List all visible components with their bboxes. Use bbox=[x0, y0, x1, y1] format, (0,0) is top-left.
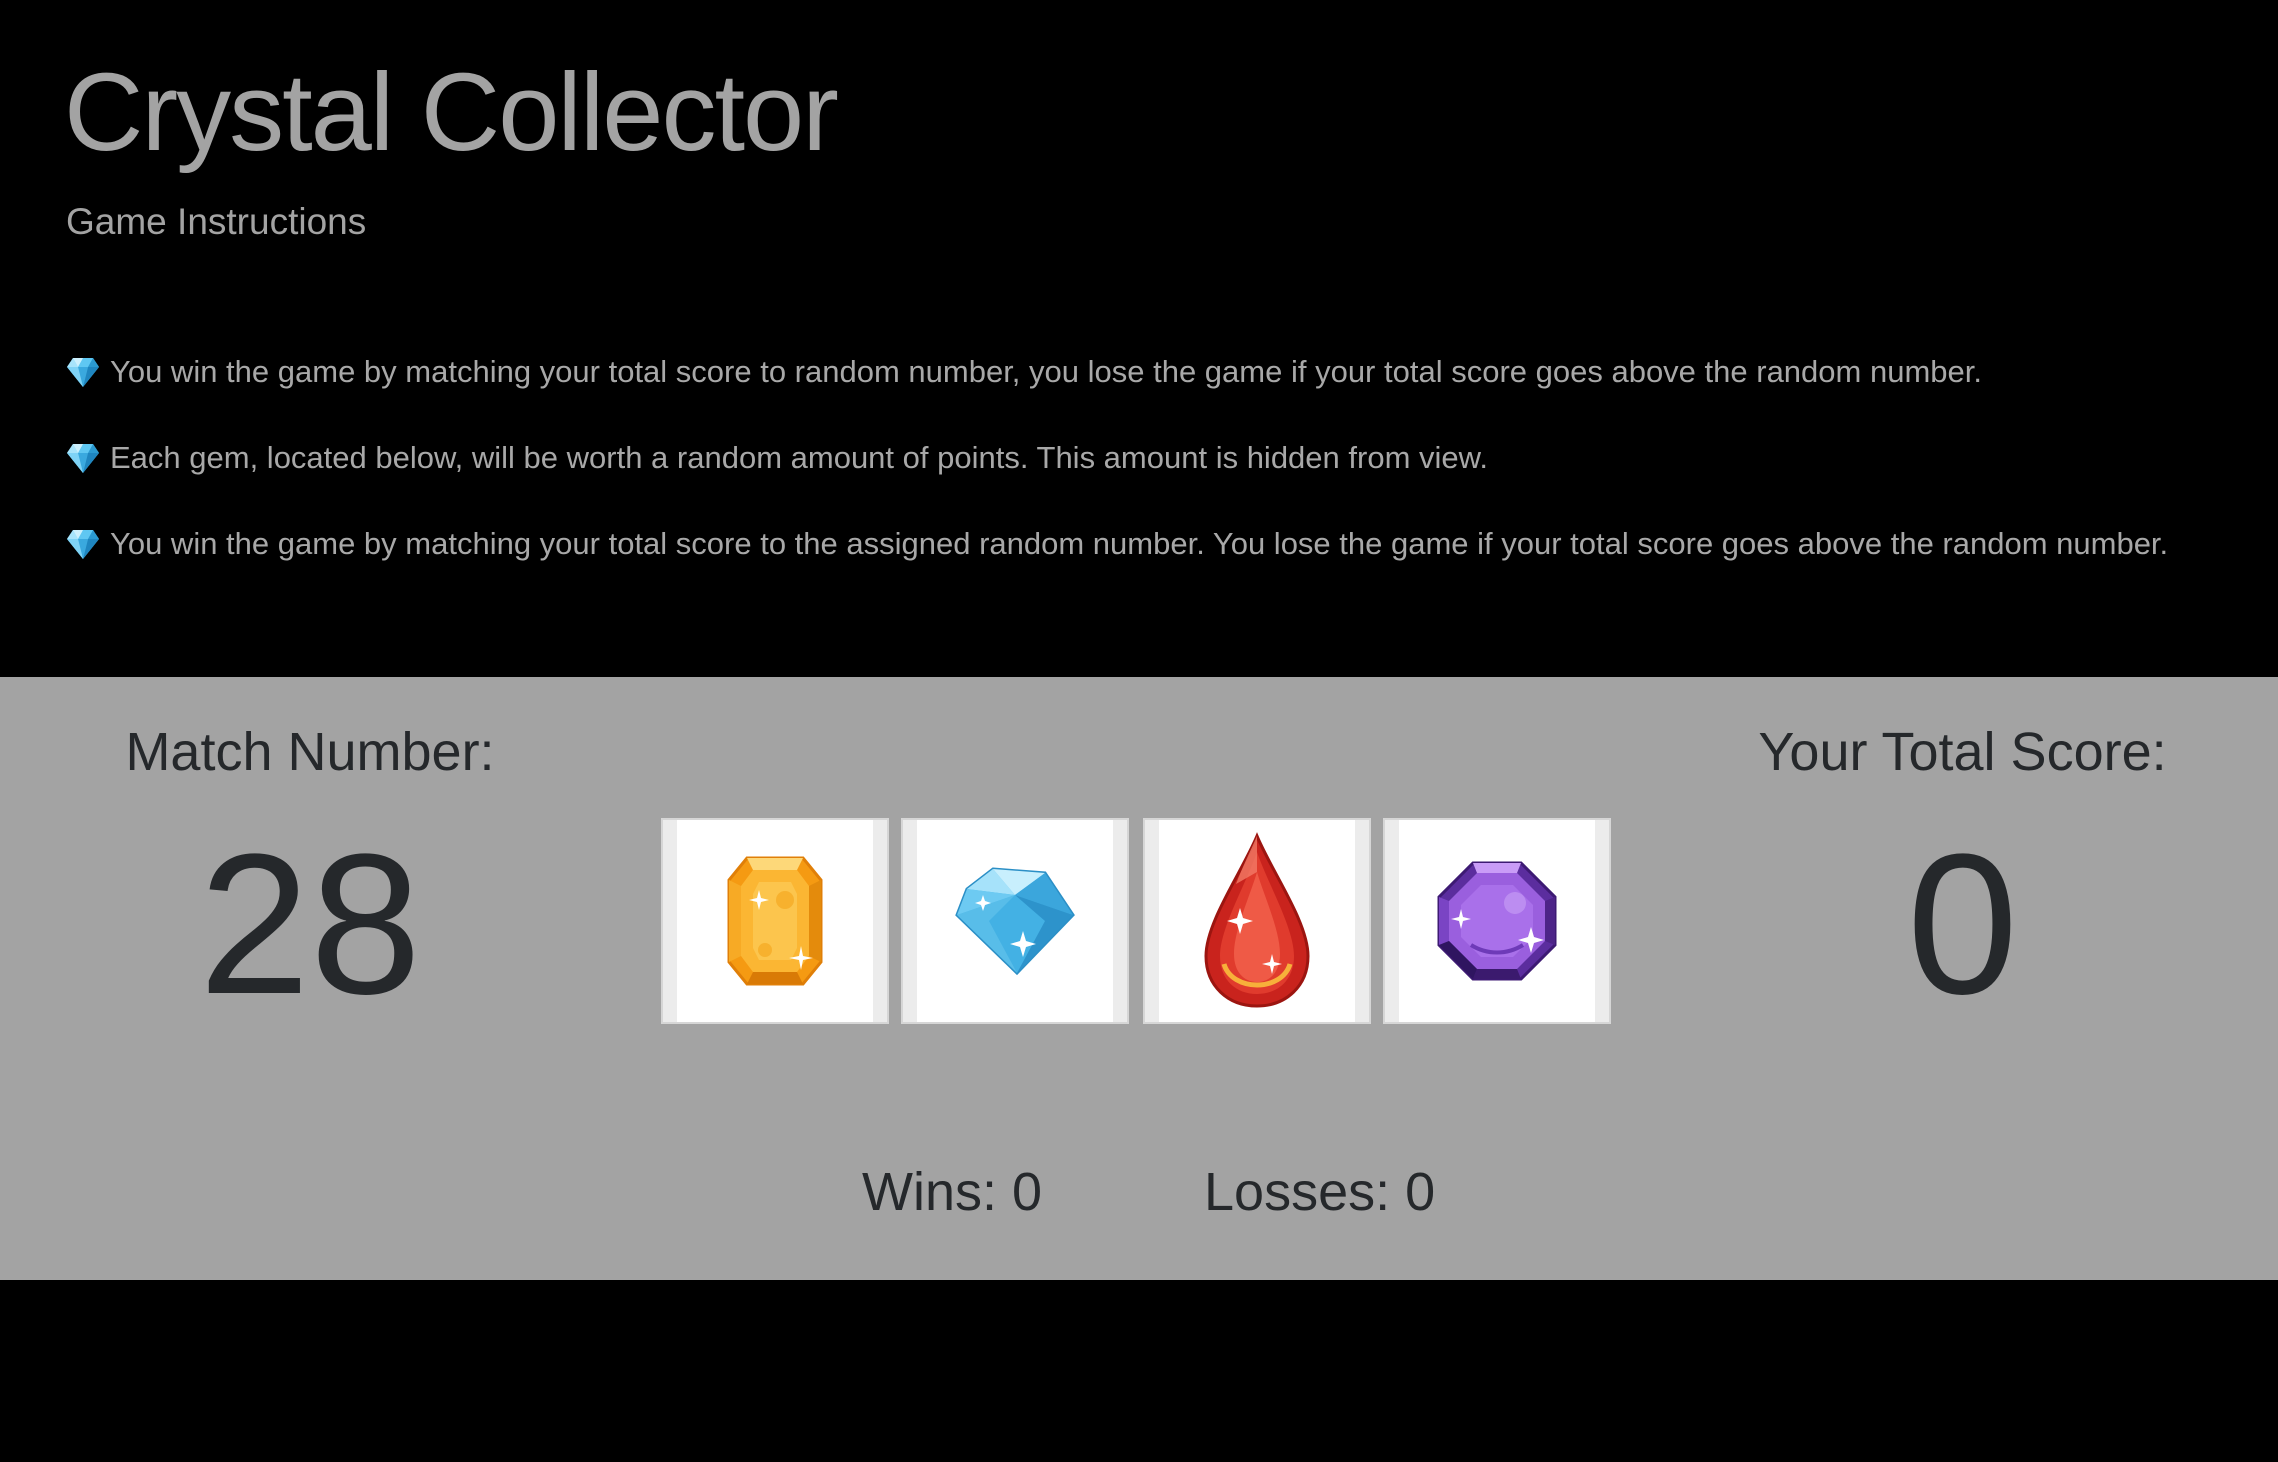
instructions-list: You win the game by matching your total … bbox=[66, 348, 2216, 606]
total-score-value: 0 bbox=[1906, 813, 2019, 1036]
instruction-item: You win the game by matching your total … bbox=[66, 520, 2216, 574]
match-number-value: 28 bbox=[198, 813, 422, 1036]
blue-crystal-button[interactable] bbox=[901, 818, 1129, 1024]
header-section: Crystal Collector Game Instructions You … bbox=[0, 0, 2278, 677]
instruction-text: You win the game by matching your total … bbox=[110, 526, 2169, 561]
instruction-text: You win the game by matching your total … bbox=[110, 354, 1982, 389]
orange-crystal-button[interactable] bbox=[661, 818, 889, 1024]
crystal-row bbox=[661, 818, 1617, 1026]
purple-gem-icon bbox=[1437, 861, 1557, 981]
page-footer bbox=[0, 1280, 2278, 1462]
instruction-text: Each gem, located below, will be worth a… bbox=[110, 440, 1488, 475]
red-crystal-button[interactable] bbox=[1143, 818, 1371, 1024]
red-drop-gem-icon bbox=[1204, 832, 1310, 1008]
blue-diamond-icon bbox=[955, 867, 1075, 976]
gem-icon bbox=[66, 440, 100, 488]
instruction-item: Each gem, located below, will be worth a… bbox=[66, 434, 2216, 488]
gem-icon bbox=[66, 354, 100, 402]
page-title: Crystal Collector bbox=[64, 51, 839, 174]
wins-counter: Wins: 0 bbox=[862, 1162, 1043, 1222]
instruction-item: You win the game by matching your total … bbox=[66, 348, 2216, 402]
purple-crystal-button[interactable] bbox=[1383, 818, 1611, 1024]
gem-icon bbox=[66, 526, 100, 574]
instructions-heading: Game Instructions bbox=[66, 201, 367, 242]
game-panel: Match Number: 28 Your Total Score: 0 Win… bbox=[0, 677, 2278, 1280]
losses-counter: Losses: 0 bbox=[1204, 1162, 1436, 1222]
orange-gem-icon bbox=[727, 856, 823, 986]
total-score-label: Your Total Score: bbox=[1758, 722, 2167, 782]
match-number-label: Match Number: bbox=[125, 722, 495, 782]
